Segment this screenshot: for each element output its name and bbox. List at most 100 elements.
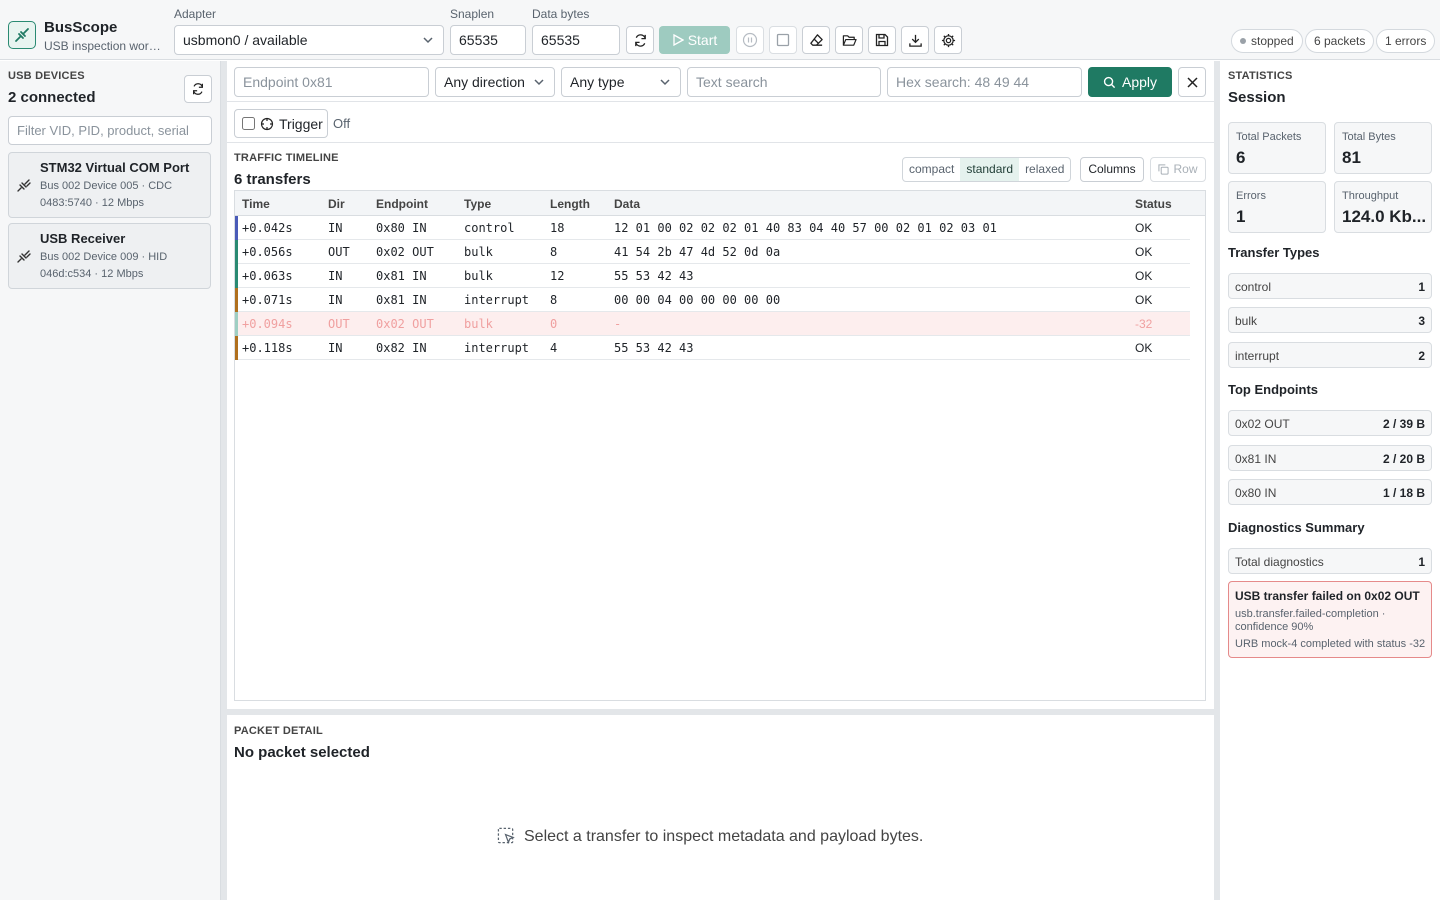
timeline-title: 6 transfers	[234, 171, 311, 188]
table-row[interactable]: +0.094s OUT 0x02 OUT bulk 0 - -32	[235, 312, 1190, 336]
type-select[interactable]: Any type	[561, 67, 681, 97]
row-type-marker	[235, 288, 238, 312]
col-endpoint[interactable]: Endpoint	[376, 197, 428, 211]
col-dir[interactable]: Dir	[328, 197, 345, 211]
stat-label: Throughput	[1342, 190, 1399, 202]
table-row[interactable]: +0.042s IN 0x80 IN control 18 12 01 00 02 02 …	[235, 216, 1190, 240]
row-status: OK	[1135, 245, 1153, 259]
endpoint-row: 0x02 OUT 2 / 39 B	[1228, 410, 1432, 436]
row-status: OK	[1135, 221, 1153, 235]
stat-label: Errors	[1236, 190, 1266, 202]
transfer-type-label: control	[1235, 280, 1272, 294]
transfer-type-label: interrupt	[1235, 349, 1280, 363]
open-file-button[interactable]	[835, 26, 863, 54]
adapter-select[interactable]: usbmon0 / available	[174, 25, 444, 55]
table-row[interactable]: +0.118s IN 0x82 IN interrupt 4 55 53 42 43 OK	[235, 336, 1190, 360]
apply-label: Apply	[1121, 74, 1158, 90]
stop-button[interactable]	[769, 26, 797, 54]
row-time: +0.118s	[242, 341, 293, 355]
table-row[interactable]: +0.071s IN 0x81 IN interrupt 8 00 00 04 00 00…	[235, 288, 1190, 312]
clear-button[interactable]	[802, 26, 830, 54]
settings-button[interactable]	[934, 26, 962, 54]
col-status[interactable]: Status	[1135, 197, 1172, 211]
density-toggle: compact standard relaxed	[902, 157, 1072, 182]
app-subtitle: USB inspection works...	[44, 39, 166, 53]
endpoint-filter-input[interactable]	[234, 67, 429, 97]
col-data[interactable]: Data	[614, 197, 640, 211]
databytes-label: Data bytes	[532, 7, 590, 21]
adapter-label: Adapter	[174, 7, 217, 21]
detail-section-label: PACKET DETAIL	[234, 725, 323, 737]
hex-search-input[interactable]	[887, 67, 1082, 97]
device-name: STM32 Virtual COM Port	[40, 160, 190, 175]
table-header: Time Dir Endpoint Type Length Data Statu…	[235, 191, 1205, 216]
row-data: 12 01 00 02 02 02 01 40 83 04 40 57 00 0…	[614, 221, 997, 235]
detail-empty-message: Select a transfer to inspect metadata an…	[524, 827, 924, 845]
row-data: 00 00 04 00 00 00 00 00	[614, 293, 781, 307]
trigger-label: Trigger	[279, 115, 323, 132]
row-dir: IN	[328, 269, 343, 283]
transfer-type-row: bulk 3	[1228, 307, 1432, 333]
save-button[interactable]	[868, 26, 896, 54]
clear-filter-button[interactable]	[1178, 67, 1206, 97]
col-time[interactable]: Time	[242, 197, 270, 211]
diagnostic-card[interactable]: USB transfer failed on 0x02 OUT usb.tran…	[1228, 581, 1432, 658]
filter-bar: Any direction Any type Apply	[227, 61, 1214, 102]
statistics-panel: STATISTICS Session Total Packets 6 Total…	[1220, 61, 1440, 900]
col-length[interactable]: Length	[550, 197, 590, 211]
adapter-value: usbmon0 / available	[183, 32, 308, 48]
table-row[interactable]: +0.063s IN 0x81 IN bulk 12 55 53 42 43 OK	[235, 264, 1190, 288]
databytes-input[interactable]: 65535	[532, 25, 620, 55]
main-panel: Any direction Any type Apply Trigger Off…	[227, 61, 1214, 900]
row-length: 0	[550, 317, 558, 331]
app-title: BusScope	[44, 19, 118, 36]
status-badge-packets: 6 packets	[1305, 29, 1375, 53]
row-data: 55 53 42 43	[614, 341, 694, 355]
text-search-input[interactable]	[687, 67, 881, 97]
snaplen-label: Snaplen	[450, 7, 495, 21]
row-dir: IN	[328, 293, 343, 307]
transfer-type-label: bulk	[1235, 314, 1258, 328]
row-type: bulk	[464, 317, 493, 331]
row-endpoint: 0x80 IN	[376, 221, 427, 235]
trigger-checkbox[interactable]	[242, 117, 255, 130]
stat-card-total-bytes: Total Bytes 81	[1334, 122, 1432, 174]
status-state-text: stopped	[1251, 34, 1294, 48]
start-capture-button[interactable]: Start	[659, 26, 730, 54]
col-type[interactable]: Type	[464, 197, 491, 211]
row-length: 18	[550, 221, 565, 235]
copy-icon	[1158, 164, 1170, 175]
row-length: 8	[550, 245, 558, 259]
density-compact[interactable]: compact	[903, 158, 960, 181]
row-dir: OUT	[328, 317, 350, 331]
row-type: control	[464, 221, 515, 235]
usb-plug-icon	[17, 179, 31, 192]
density-relaxed[interactable]: relaxed	[1019, 158, 1070, 181]
copy-row-button[interactable]: Row	[1150, 157, 1206, 182]
timeline-section-label: TRAFFIC TIMELINE	[234, 152, 339, 164]
row-type: bulk	[464, 269, 493, 283]
trigger-toggle[interactable]: Trigger	[234, 109, 328, 138]
endpoint-row: 0x81 IN 2 / 20 B	[1228, 445, 1432, 471]
refresh-devices-button[interactable]	[184, 75, 212, 103]
diagnostics-heading: Diagnostics Summary	[1228, 520, 1365, 535]
device-card[interactable]: STM32 Virtual COM Port Bus 002 Device 00…	[8, 152, 211, 218]
export-button[interactable]	[901, 26, 929, 54]
device-filter-input[interactable]	[8, 116, 212, 145]
stat-card-total-packets: Total Packets 6	[1228, 122, 1326, 174]
density-standard[interactable]: standard	[960, 158, 1020, 181]
device-card[interactable]: USB Receiver Bus 002 Device 009 · HID 04…	[8, 223, 211, 289]
diagnostic-title: USB transfer failed on 0x02 OUT	[1235, 589, 1420, 603]
pause-button[interactable]	[736, 26, 764, 54]
endpoint-row: 0x80 IN 1 / 18 B	[1228, 479, 1432, 505]
row-type: interrupt	[464, 293, 530, 307]
stat-card-throughput: Throughput 124.0 Kb...	[1334, 181, 1432, 233]
refresh-adapters-button[interactable]	[626, 26, 654, 54]
row-type: bulk	[464, 245, 493, 259]
apply-filter-button[interactable]: Apply	[1088, 67, 1172, 97]
columns-button[interactable]: Columns	[1080, 157, 1144, 182]
table-row[interactable]: +0.056s OUT 0x02 OUT bulk 8 41 54 2b 47 4d 52…	[235, 240, 1190, 264]
endpoint-label: 0x81 IN	[1235, 452, 1277, 466]
direction-select[interactable]: Any direction	[435, 67, 555, 97]
snaplen-input[interactable]: 65535	[450, 25, 526, 55]
